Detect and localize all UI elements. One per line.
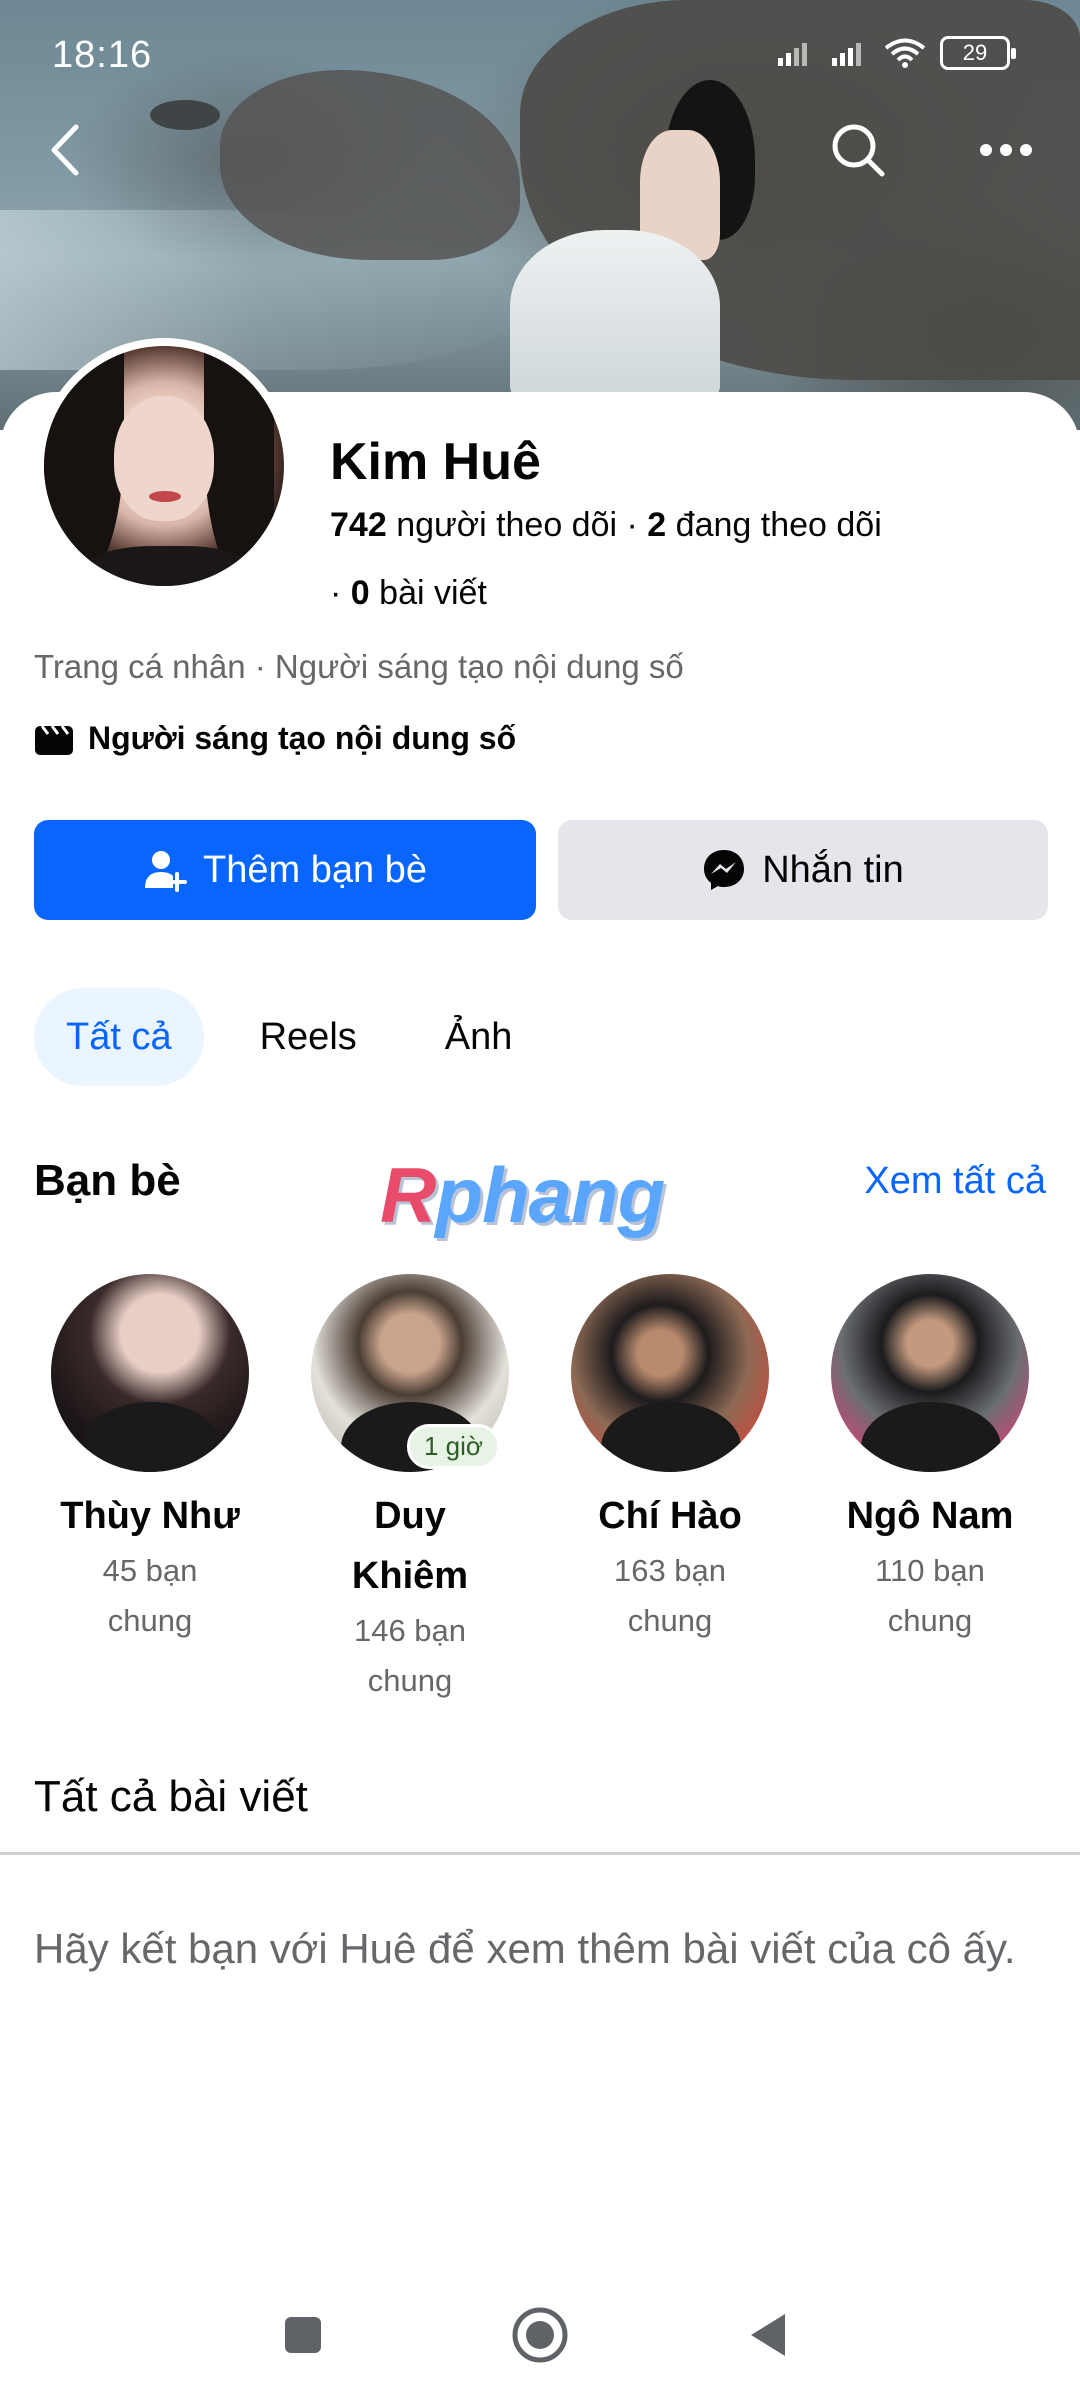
message-label: Nhắn tin <box>762 848 904 891</box>
category-label: Người sáng tạo nội dung số <box>88 720 517 756</box>
home-button[interactable] <box>505 2300 575 2370</box>
active-time-badge: 1 giờ <box>407 1424 500 1469</box>
following-label[interactable]: đang theo dõi <box>676 506 882 544</box>
search-button[interactable] <box>818 110 898 190</box>
more-options-button[interactable] <box>966 110 1046 190</box>
battery-level: 29 <box>962 40 988 65</box>
friend-avatar[interactable] <box>831 1274 1029 1472</box>
friend-mutual-2: chung <box>367 1663 453 1698</box>
friend-card[interactable]: Thùy Như 45 bạn chung <box>34 1274 266 1706</box>
add-friend-icon <box>145 851 188 892</box>
friend-name[interactable]: Chí Hào <box>598 1486 742 1546</box>
friends-title: Bạn bè <box>34 1156 181 1205</box>
add-friend-label: Thêm bạn bè <box>203 848 427 891</box>
posts-empty-message: Hãy kết bạn với Huê để xem thêm bài viết… <box>34 1925 1016 1972</box>
watermark-a: R <box>380 1151 436 1239</box>
message-button[interactable]: Nhắn tin <box>558 820 1048 920</box>
friend-avatar[interactable] <box>51 1274 249 1472</box>
posts-label: bài viết <box>379 574 487 612</box>
followers-count[interactable]: 742 <box>330 506 387 544</box>
battery-icon: 29 <box>940 36 1016 70</box>
friend-name[interactable]: Duy Khiêm <box>352 1486 468 1606</box>
profile-subtitle: Trang cá nhân · Người sáng tạo nội dung … <box>34 648 684 685</box>
followers-label[interactable]: người theo dõi <box>396 506 617 544</box>
clapperboard-icon <box>35 724 73 755</box>
friend-name[interactable]: Ngô Nam <box>847 1486 1014 1546</box>
system-back-button[interactable] <box>732 2300 802 2370</box>
friends-list: Thùy Như 45 bạn chung 1 giờ Duy Khiêm 14… <box>34 1274 1046 1706</box>
section-divider <box>0 1852 1080 1855</box>
status-time: 18:16 <box>52 34 153 76</box>
profile-name: Kim Huê <box>330 433 541 491</box>
friend-card[interactable]: Chí Hào 163 bạn chung <box>554 1274 786 1706</box>
all-posts-title: Tất cả bài viết <box>34 1772 308 1821</box>
back-arrow-icon <box>51 124 79 176</box>
follow-stats: 742 người theo dõi · 2 đang theo dõi <box>330 506 882 544</box>
friend-mutual: 146 bạn <box>353 1613 467 1648</box>
profile-category: Người sáng tạo nội dung số <box>34 720 516 757</box>
friend-mutual-2: chung <box>627 1603 713 1638</box>
profile-page: 18:16 29 Kim Huê 742 người theo dõi · 2 … <box>0 0 1080 2400</box>
search-icon <box>832 124 885 177</box>
friend-card[interactable]: 1 giờ Duy Khiêm 146 bạn chung <box>294 1274 526 1706</box>
friend-card[interactable]: Ngô Nam 110 bạn chung <box>814 1274 1046 1706</box>
tab-reels[interactable]: Reels <box>228 988 389 1086</box>
recents-button[interactable] <box>268 2300 338 2370</box>
friend-mutual-2: chung <box>107 1603 193 1638</box>
profile-tabs: Tất cả Reels Ảnh <box>34 988 568 1086</box>
home-icon <box>512 2307 568 2363</box>
signal-icon-2 <box>832 43 861 66</box>
messenger-icon <box>704 850 745 890</box>
status-bar: 18:16 29 <box>0 0 1080 110</box>
watermark-b: phang <box>435 1151 665 1239</box>
friend-avatar[interactable] <box>571 1274 769 1472</box>
more-icon <box>980 144 1032 156</box>
posts-count: 0 <box>350 574 370 612</box>
status-icons: 29 <box>776 36 1016 70</box>
friend-mutual-2: chung <box>887 1603 973 1638</box>
profile-avatar[interactable] <box>36 338 292 594</box>
friend-mutual: 110 bạn <box>875 1553 985 1588</box>
wifi-icon <box>884 38 926 68</box>
friend-mutual: 45 bạn <box>102 1553 198 1588</box>
recents-icon <box>285 2317 321 2353</box>
friend-name[interactable]: Thùy Như <box>60 1486 240 1546</box>
watermark-logo: Rphang <box>380 1150 665 1241</box>
signal-icon <box>778 43 807 66</box>
back-button[interactable] <box>26 110 106 190</box>
add-friend-button[interactable]: Thêm bạn bè <box>34 820 536 920</box>
friend-name-line-1: Duy <box>374 1495 446 1537</box>
following-count[interactable]: 2 <box>647 506 666 544</box>
posts-stats: · 0 bài viết <box>330 574 487 612</box>
friend-name-line-2: Khiêm <box>351 1555 469 1597</box>
friend-mutual: 163 bạn <box>613 1553 727 1588</box>
tab-all[interactable]: Tất cả <box>34 988 204 1086</box>
back-triangle-icon <box>751 2314 785 2356</box>
see-all-friends-link[interactable]: Xem tất cả <box>864 1160 1046 1203</box>
tab-photos[interactable]: Ảnh <box>413 988 545 1086</box>
